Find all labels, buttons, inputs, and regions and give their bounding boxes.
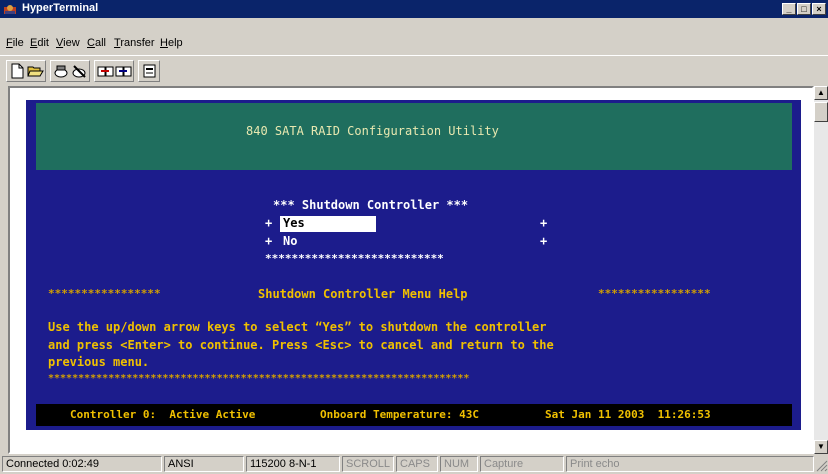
toolbar-group-transfer xyxy=(94,60,134,82)
title-bar[interactable]: HyperTerminal _ □ × xyxy=(0,0,828,18)
help-line-1: Use the up/down arrow keys to select “Ye… xyxy=(48,320,547,334)
menu-help[interactable]: Help xyxy=(160,37,183,49)
status-scroll: SCROLL xyxy=(342,456,394,472)
help-header-stars-right: ***************** xyxy=(598,287,711,300)
status-emulation: ANSI xyxy=(164,456,244,472)
status-bar: Connected 0:02:49 ANSI 115200 8-N-1 SCRO… xyxy=(0,454,828,474)
close-button[interactable]: × xyxy=(812,3,826,15)
status-num: NUM xyxy=(440,456,478,472)
option-yes-prefix: + xyxy=(265,216,273,230)
resize-grip-icon[interactable] xyxy=(814,458,828,472)
controller-status: Controller 0: Active Active xyxy=(70,408,256,421)
toolbar xyxy=(0,55,828,84)
status-print-echo: Print echo xyxy=(566,456,814,472)
help-line-3: previous menu. xyxy=(48,355,150,369)
utility-title: 840 SATA RAID Configuration Utility xyxy=(246,124,499,138)
option-no-prefix: + xyxy=(265,234,273,248)
help-header-stars-left: ***************** xyxy=(48,287,161,300)
status-caps: CAPS xyxy=(396,456,438,472)
menu-call[interactable]: Call xyxy=(87,37,106,49)
status-connected: Connected 0:02:49 xyxy=(2,456,162,472)
disconnect-icon[interactable] xyxy=(71,63,88,79)
temperature-readout: Onboard Temperature: 43C xyxy=(320,408,479,421)
send-icon[interactable] xyxy=(97,63,114,79)
option-no-suffix: + xyxy=(540,234,548,248)
menu-file[interactable]: File xyxy=(6,37,24,49)
open-icon[interactable] xyxy=(27,63,44,79)
scroll-up-arrow-icon[interactable]: ▲ xyxy=(814,86,828,100)
help-header-title: Shutdown Controller Menu Help xyxy=(258,287,468,301)
vertical-scrollbar[interactable]: ▲ ▼ xyxy=(814,86,828,454)
option-yes[interactable]: Yes xyxy=(280,216,376,232)
help-line-2: and press <Enter> to continue. Press <Es… xyxy=(48,338,554,352)
status-capture: Capture xyxy=(480,456,564,472)
toolbar-group-call xyxy=(50,60,90,82)
option-yes-label: Yes xyxy=(283,216,305,230)
menu-footer: *************************** xyxy=(265,252,444,265)
menu-view[interactable]: View xyxy=(56,37,80,49)
status-settings: 115200 8-N-1 xyxy=(246,456,340,472)
hyperterminal-window: HyperTerminal _ □ × File Edit View Call … xyxy=(0,0,828,474)
scrollbar-thumb[interactable] xyxy=(814,102,828,122)
toolbar-group-file xyxy=(6,60,46,82)
new-icon[interactable] xyxy=(9,63,26,79)
menu-bar: File Edit View Call Transfer Help xyxy=(0,35,828,53)
scroll-down-arrow-icon[interactable]: ▼ xyxy=(814,440,828,454)
properties-icon[interactable] xyxy=(141,63,158,79)
connect-icon[interactable] xyxy=(53,63,70,79)
menu-title: *** Shutdown Controller *** xyxy=(273,198,469,212)
option-no[interactable]: No xyxy=(283,234,297,248)
toolbar-group-properties xyxy=(138,60,160,82)
menu-transfer[interactable]: Transfer xyxy=(114,37,155,49)
receive-icon[interactable] xyxy=(115,63,132,79)
option-yes-suffix: + xyxy=(540,216,548,230)
help-footer-stars: ****************************************… xyxy=(48,373,470,384)
datetime-readout: Sat Jan 11 2003 11:26:53 xyxy=(545,408,711,421)
menu-edit[interactable]: Edit xyxy=(30,37,49,49)
hyperterminal-icon xyxy=(4,5,16,14)
maximize-button[interactable]: □ xyxy=(797,3,811,15)
minimize-button[interactable]: _ xyxy=(782,3,796,15)
window-title: HyperTerminal xyxy=(22,2,99,14)
